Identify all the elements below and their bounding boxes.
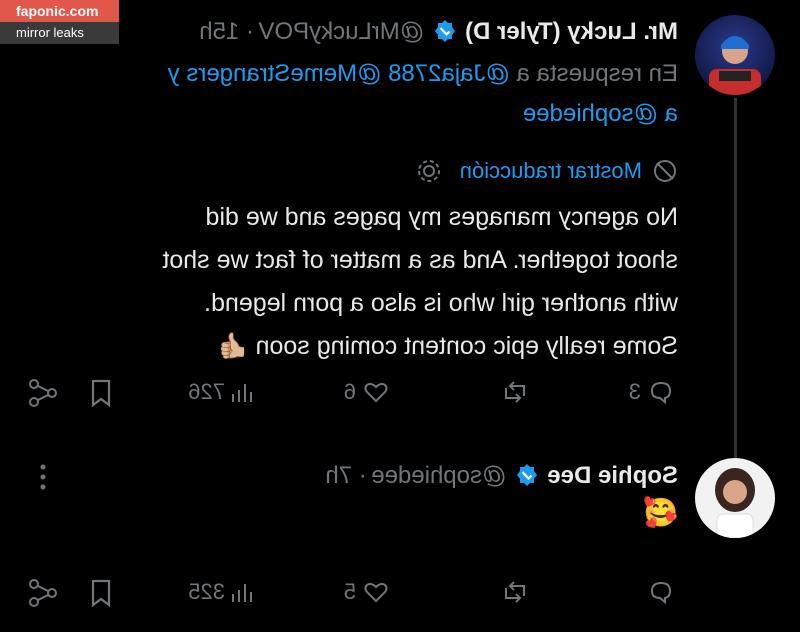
- body-line: No agency manages my pages and we did: [205, 203, 678, 231]
- views-bars-icon: [231, 378, 255, 406]
- views-button[interactable]: 325: [188, 578, 255, 606]
- like-count: 5: [343, 579, 356, 604]
- body-line: shoot together. And as a matter of fact …: [162, 246, 678, 274]
- retweet-button[interactable]: [500, 378, 530, 406]
- tweet1-body: No agency manages my pages and we did sh…: [38, 196, 678, 368]
- reply-to-line: En respuesta a @Jaja2788 @MemeStrangers …: [168, 60, 678, 88]
- like-count: 6: [343, 379, 356, 404]
- watermark-site: faponic.com: [0, 0, 119, 22]
- retweet-icon: [500, 378, 530, 406]
- author-handle[interactable]: @MrLuckyPOV: [258, 18, 424, 45]
- author-name[interactable]: Mr. Lucky (Tyler D): [465, 18, 678, 45]
- watermark: faponic.com mirror leaks: [0, 0, 119, 44]
- bookmark-button[interactable]: [88, 378, 114, 408]
- author-name[interactable]: Sophie Dee: [547, 462, 678, 489]
- reply-users-link[interactable]: @Jaja2788 @MemeStrangers y: [168, 60, 510, 87]
- bookmark-icon: [88, 378, 114, 408]
- reply-count: 3: [628, 379, 641, 404]
- avatar-figure-icon: [709, 36, 761, 95]
- like-button[interactable]: 6: [344, 378, 390, 406]
- tweet-time[interactable]: · 7h: [325, 462, 366, 489]
- heart-icon: [362, 578, 390, 606]
- share-button[interactable]: [28, 578, 58, 608]
- share-icon: [28, 378, 58, 408]
- reply-to-line-2: a @sophiedee: [523, 100, 678, 128]
- verified-badge-icon: [515, 463, 539, 487]
- reply-button[interactable]: 3: [629, 378, 675, 406]
- avatar-mrlucky[interactable]: [695, 15, 775, 95]
- watermark-subtitle: mirror leaks: [0, 22, 119, 44]
- reply-prefix: En respuesta a: [516, 60, 678, 87]
- tweet2-header: Sophie Dee @sophiedee · 7h: [325, 462, 678, 490]
- tweet-time[interactable]: · 15h: [199, 18, 254, 45]
- retweet-button[interactable]: [500, 578, 530, 606]
- show-translation-link[interactable]: Mostrar traducción: [460, 158, 642, 184]
- reply-bubble-icon: [647, 378, 675, 406]
- body-line: with another girl who is also a porn leg…: [204, 289, 678, 317]
- verified-badge-icon: [433, 19, 457, 43]
- bookmark-icon: [88, 578, 114, 608]
- views-button[interactable]: 726: [188, 378, 255, 406]
- reply-users-link-2[interactable]: a @sophiedee: [523, 100, 678, 127]
- author-handle[interactable]: @sophiedee: [371, 462, 506, 489]
- share-button[interactable]: [28, 378, 58, 408]
- like-button[interactable]: 5: [344, 578, 390, 606]
- share-icon: [28, 578, 58, 608]
- reply-button[interactable]: [647, 578, 675, 606]
- views-count: 726: [188, 379, 225, 404]
- reply-bubble-icon: [647, 578, 675, 606]
- heart-icon: [362, 378, 390, 406]
- tweet2-body: 🥰: [643, 497, 678, 528]
- translate-row: Mostrar traducción: [416, 158, 678, 184]
- mirrored-timeline: Mr. Lucky (Tyler D) @MrLuckyPOV · 15h En…: [0, 0, 800, 632]
- retweet-icon: [500, 578, 530, 606]
- avatar-figure-icon: [715, 468, 755, 538]
- views-count: 325: [188, 579, 225, 604]
- translate-globe-icon: [652, 158, 678, 184]
- thread-line: [734, 98, 737, 458]
- settings-gear-icon[interactable]: [416, 158, 442, 184]
- body-line: Some really epic content coming soon 👍🏼: [217, 332, 678, 360]
- views-bars-icon: [231, 578, 255, 606]
- tweet1-header: Mr. Lucky (Tyler D) @MrLuckyPOV · 15h: [199, 18, 678, 46]
- bookmark-button[interactable]: [88, 578, 114, 608]
- more-options-icon[interactable]: [38, 462, 48, 492]
- avatar-sophiedee[interactable]: [695, 458, 775, 538]
